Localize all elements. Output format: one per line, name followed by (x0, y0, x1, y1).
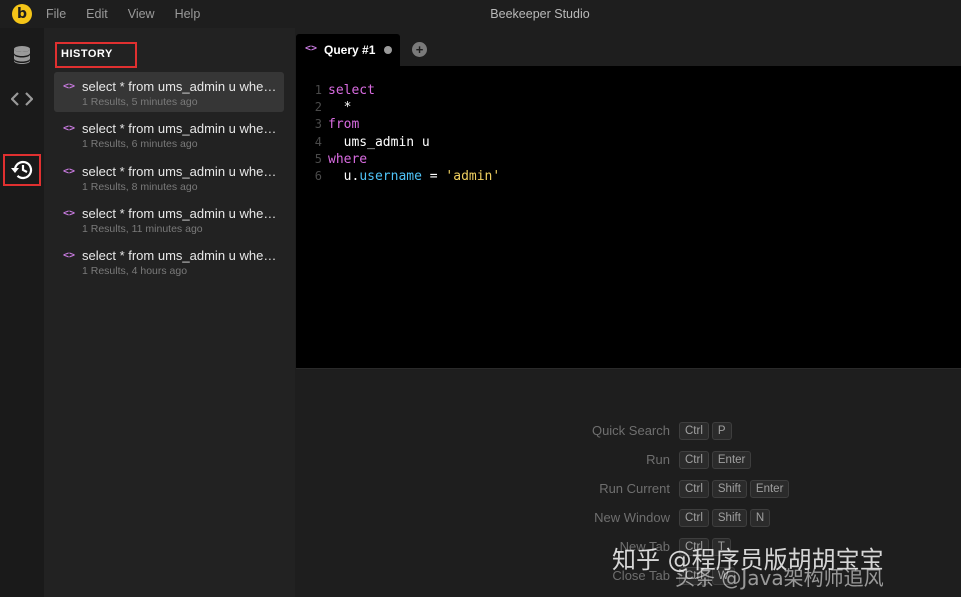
tab-bar: <> Query #1 + (296, 28, 961, 66)
code-icon: <> (63, 250, 76, 261)
code-text: * (328, 100, 352, 116)
code-text: where (328, 151, 368, 167)
history-item[interactable]: <> select * from ums_admin u where u.use… (54, 199, 284, 239)
code-text: select (328, 83, 375, 98)
shortcut-label: New Window (594, 510, 670, 525)
shortcut-label: Run (646, 452, 670, 467)
history-icon[interactable] (3, 154, 41, 186)
unsaved-dot-icon[interactable] (384, 46, 392, 54)
keycap: Shift (711, 480, 747, 498)
keycap: Ctrl (679, 451, 709, 469)
shortcut-label: Run Current (599, 481, 670, 496)
code-icon: <> (63, 123, 76, 134)
code-text: ums_admin u (328, 134, 430, 150)
code-line[interactable]: 5 where (296, 151, 961, 168)
history-query: select * from ums_admin u where u.userna… (82, 121, 277, 136)
history-item[interactable]: <> select * from ums_admin u where u.use… (54, 114, 284, 154)
code-icon: <> (305, 43, 318, 54)
history-item[interactable]: <> select * from ums_admin u where u.use… (54, 241, 284, 281)
code-text: from (328, 117, 360, 133)
history-item[interactable]: <> select * from ums_admin u where u.use… (54, 72, 284, 112)
history-item[interactable]: <> select * from ums_admin u where u.use… (54, 157, 284, 197)
shortcut-label: Quick Search (591, 423, 670, 438)
code-icon: <> (63, 81, 76, 92)
tab-label: Query #1 (324, 43, 376, 57)
line-number: 5 (314, 151, 322, 166)
database-icon[interactable] (9, 42, 35, 68)
history-query: select * from ums_admin u where u.userna… (82, 79, 277, 94)
history-meta: 1 Results, 8 minutes ago (82, 181, 198, 193)
keycap: Shift (711, 509, 747, 527)
code-icon: <> (63, 208, 76, 219)
keycap: Enter (749, 480, 790, 498)
history-query: select * from ums_admin u where u.userna… (82, 164, 277, 179)
window-title: Beekeeper Studio (490, 7, 590, 21)
add-tab-button[interactable]: + (412, 42, 427, 57)
code-line[interactable]: 1 select (296, 82, 961, 99)
code-line[interactable]: 2 * (296, 99, 961, 116)
history-meta: 1 Results, 6 minutes ago (82, 138, 198, 150)
history-meta: 1 Results, 5 minutes ago (82, 96, 198, 108)
keycap: P (711, 422, 732, 440)
line-number: 2 (314, 100, 322, 115)
line-number: 1 (314, 83, 322, 97)
activity-bar (0, 28, 44, 597)
tab-query-1[interactable]: <> Query #1 (296, 34, 400, 66)
line-number: 6 (314, 168, 322, 183)
code-text: u.username = 'admin' (328, 168, 501, 184)
code-icon[interactable] (9, 86, 35, 112)
watermark-secondary: 头条 @Java架构师追风 (675, 566, 884, 590)
line-number: 3 (314, 117, 322, 132)
code-line[interactable]: 4 ums_admin u (296, 134, 961, 151)
keycap: N (749, 509, 771, 527)
history-meta: 1 Results, 4 hours ago (82, 265, 188, 277)
code-line[interactable]: 3 from (296, 116, 961, 133)
keycap: Enter (711, 451, 752, 469)
code-icon: <> (63, 166, 76, 177)
history-header: HISTORY (55, 42, 137, 68)
title-bar: b File Edit View Help Beekeeper Studio (0, 0, 961, 28)
keycap: Ctrl (679, 422, 709, 440)
editor-area: <> Query #1 + 1 select 2 * 3 from 4 ums_admin… (296, 28, 961, 597)
code-line[interactable]: 6 u.username = 'admin' (296, 168, 961, 185)
keycap: Ctrl (679, 480, 709, 498)
history-meta: 1 Results, 11 minutes ago (82, 223, 203, 235)
history-sidebar: HISTORY <> select * from ums_admin u whe… (44, 28, 295, 597)
sql-editor[interactable]: 1 select 2 * 3 from 4 ums_admin u 5 where 6 u.us… (296, 66, 961, 368)
keycap: Ctrl (679, 509, 709, 527)
history-query: select * from ums_admin u where u.userna… (82, 248, 277, 263)
history-query: select * from ums_admin u where u.userna… (82, 206, 277, 221)
line-number: 4 (314, 134, 322, 149)
